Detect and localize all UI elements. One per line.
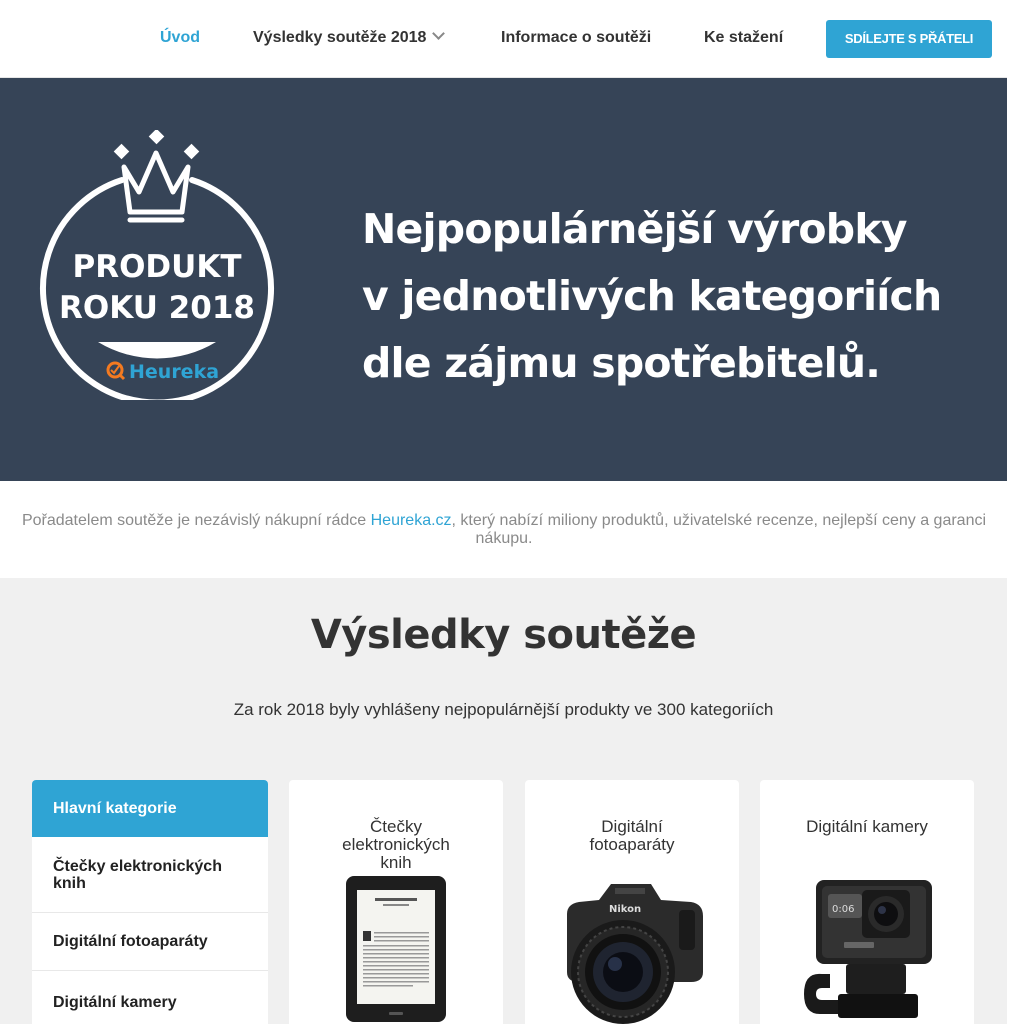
heureka-logo-icon [106,361,126,381]
page-scrollbar[interactable] [1007,0,1024,1024]
nav-item-uvod[interactable]: Úvod [160,28,200,48]
card-title: Digitální kamery [806,817,928,836]
svg-text:Nikon: Nikon [609,904,641,915]
action-camera-image: 0:06 [804,880,932,1018]
card-title: Digitální fotoaparáty [589,817,675,854]
category-card-ebook-readers[interactable]: Čtečky elektronických knih [289,780,503,1024]
top-navigation: Úvod Výsledky soutěže 2018 Informace o s… [0,0,1007,78]
svg-text:0:06: 0:06 [832,904,854,915]
hero-headline: Nejpopulárnější výrobky v jednotlivých k… [362,196,982,397]
nav-item-vysledky-label: Výsledky soutěže 2018 [253,29,427,46]
category-card-video-cameras[interactable]: Digitální kamery 0:06 [760,780,974,1024]
dslr-camera-image: Nikon [567,884,703,1024]
sidebar-item-video-cameras[interactable]: Digitální kamery [32,971,268,1024]
sidebar-item-ebook-readers[interactable]: Čtečky elektronických knih [32,837,268,913]
badge-line2: ROKU 2018 [59,290,255,326]
results-subtitle: Za rok 2018 byly vyhlášeny nejpopulárněj… [233,700,774,719]
share-button[interactable]: SDÍLEJTE S PŘÁTELI [826,20,992,58]
sidebar-item-main-categories[interactable]: Hlavní kategorie [32,780,268,837]
intro-text-after: , který nabízí miliony produktů, uživate… [451,512,987,547]
badge-brand: Heureka [129,361,219,383]
nav-item-informace[interactable]: Informace o soutěži [501,28,651,48]
intro-text-before: Pořadatelem soutěže je nezávislý nákupní… [21,512,371,529]
hero-headline-line1: Nejpopulárnější výrobky [362,205,908,253]
card-title: Čtečky elektronických knih [342,817,450,872]
ebook-reader-image [346,876,446,1022]
badge-line1: PRODUKT [72,249,241,285]
chevron-down-icon [432,27,446,40]
organizer-intro: Pořadatelem soutěže je nezávislý nákupní… [0,481,1007,578]
hero-headline-line2: v jednotlivých kategoriích [362,272,942,320]
nav-item-ke-stazeni[interactable]: Ke stažení [704,28,783,48]
hero-banner: PRODUKT ROKU 2018 Heureka Nejpopulárnějš… [0,78,1007,481]
nav-item-vysledky[interactable]: Výsledky soutěže 2018 [253,27,446,48]
produkt-roku-badge-logo: PRODUKT ROKU 2018 Heureka [40,130,274,400]
sidebar-item-digital-cameras[interactable]: Digitální fotoaparáty [32,913,268,971]
hero-headline-line3: dle zájmu spotřebitelů. [362,339,881,387]
heureka-link[interactable]: Heureka.cz [371,512,452,529]
results-title: Výsledky soutěže [310,612,697,658]
intro-text: Pořadatelem soutěže je nezávislý nákupní… [18,512,990,548]
category-sidebar: Hlavní kategorie Čtečky elektronických k… [32,780,268,1024]
category-card-digital-cameras[interactable]: Digitální fotoaparáty Nikon [525,780,739,1024]
